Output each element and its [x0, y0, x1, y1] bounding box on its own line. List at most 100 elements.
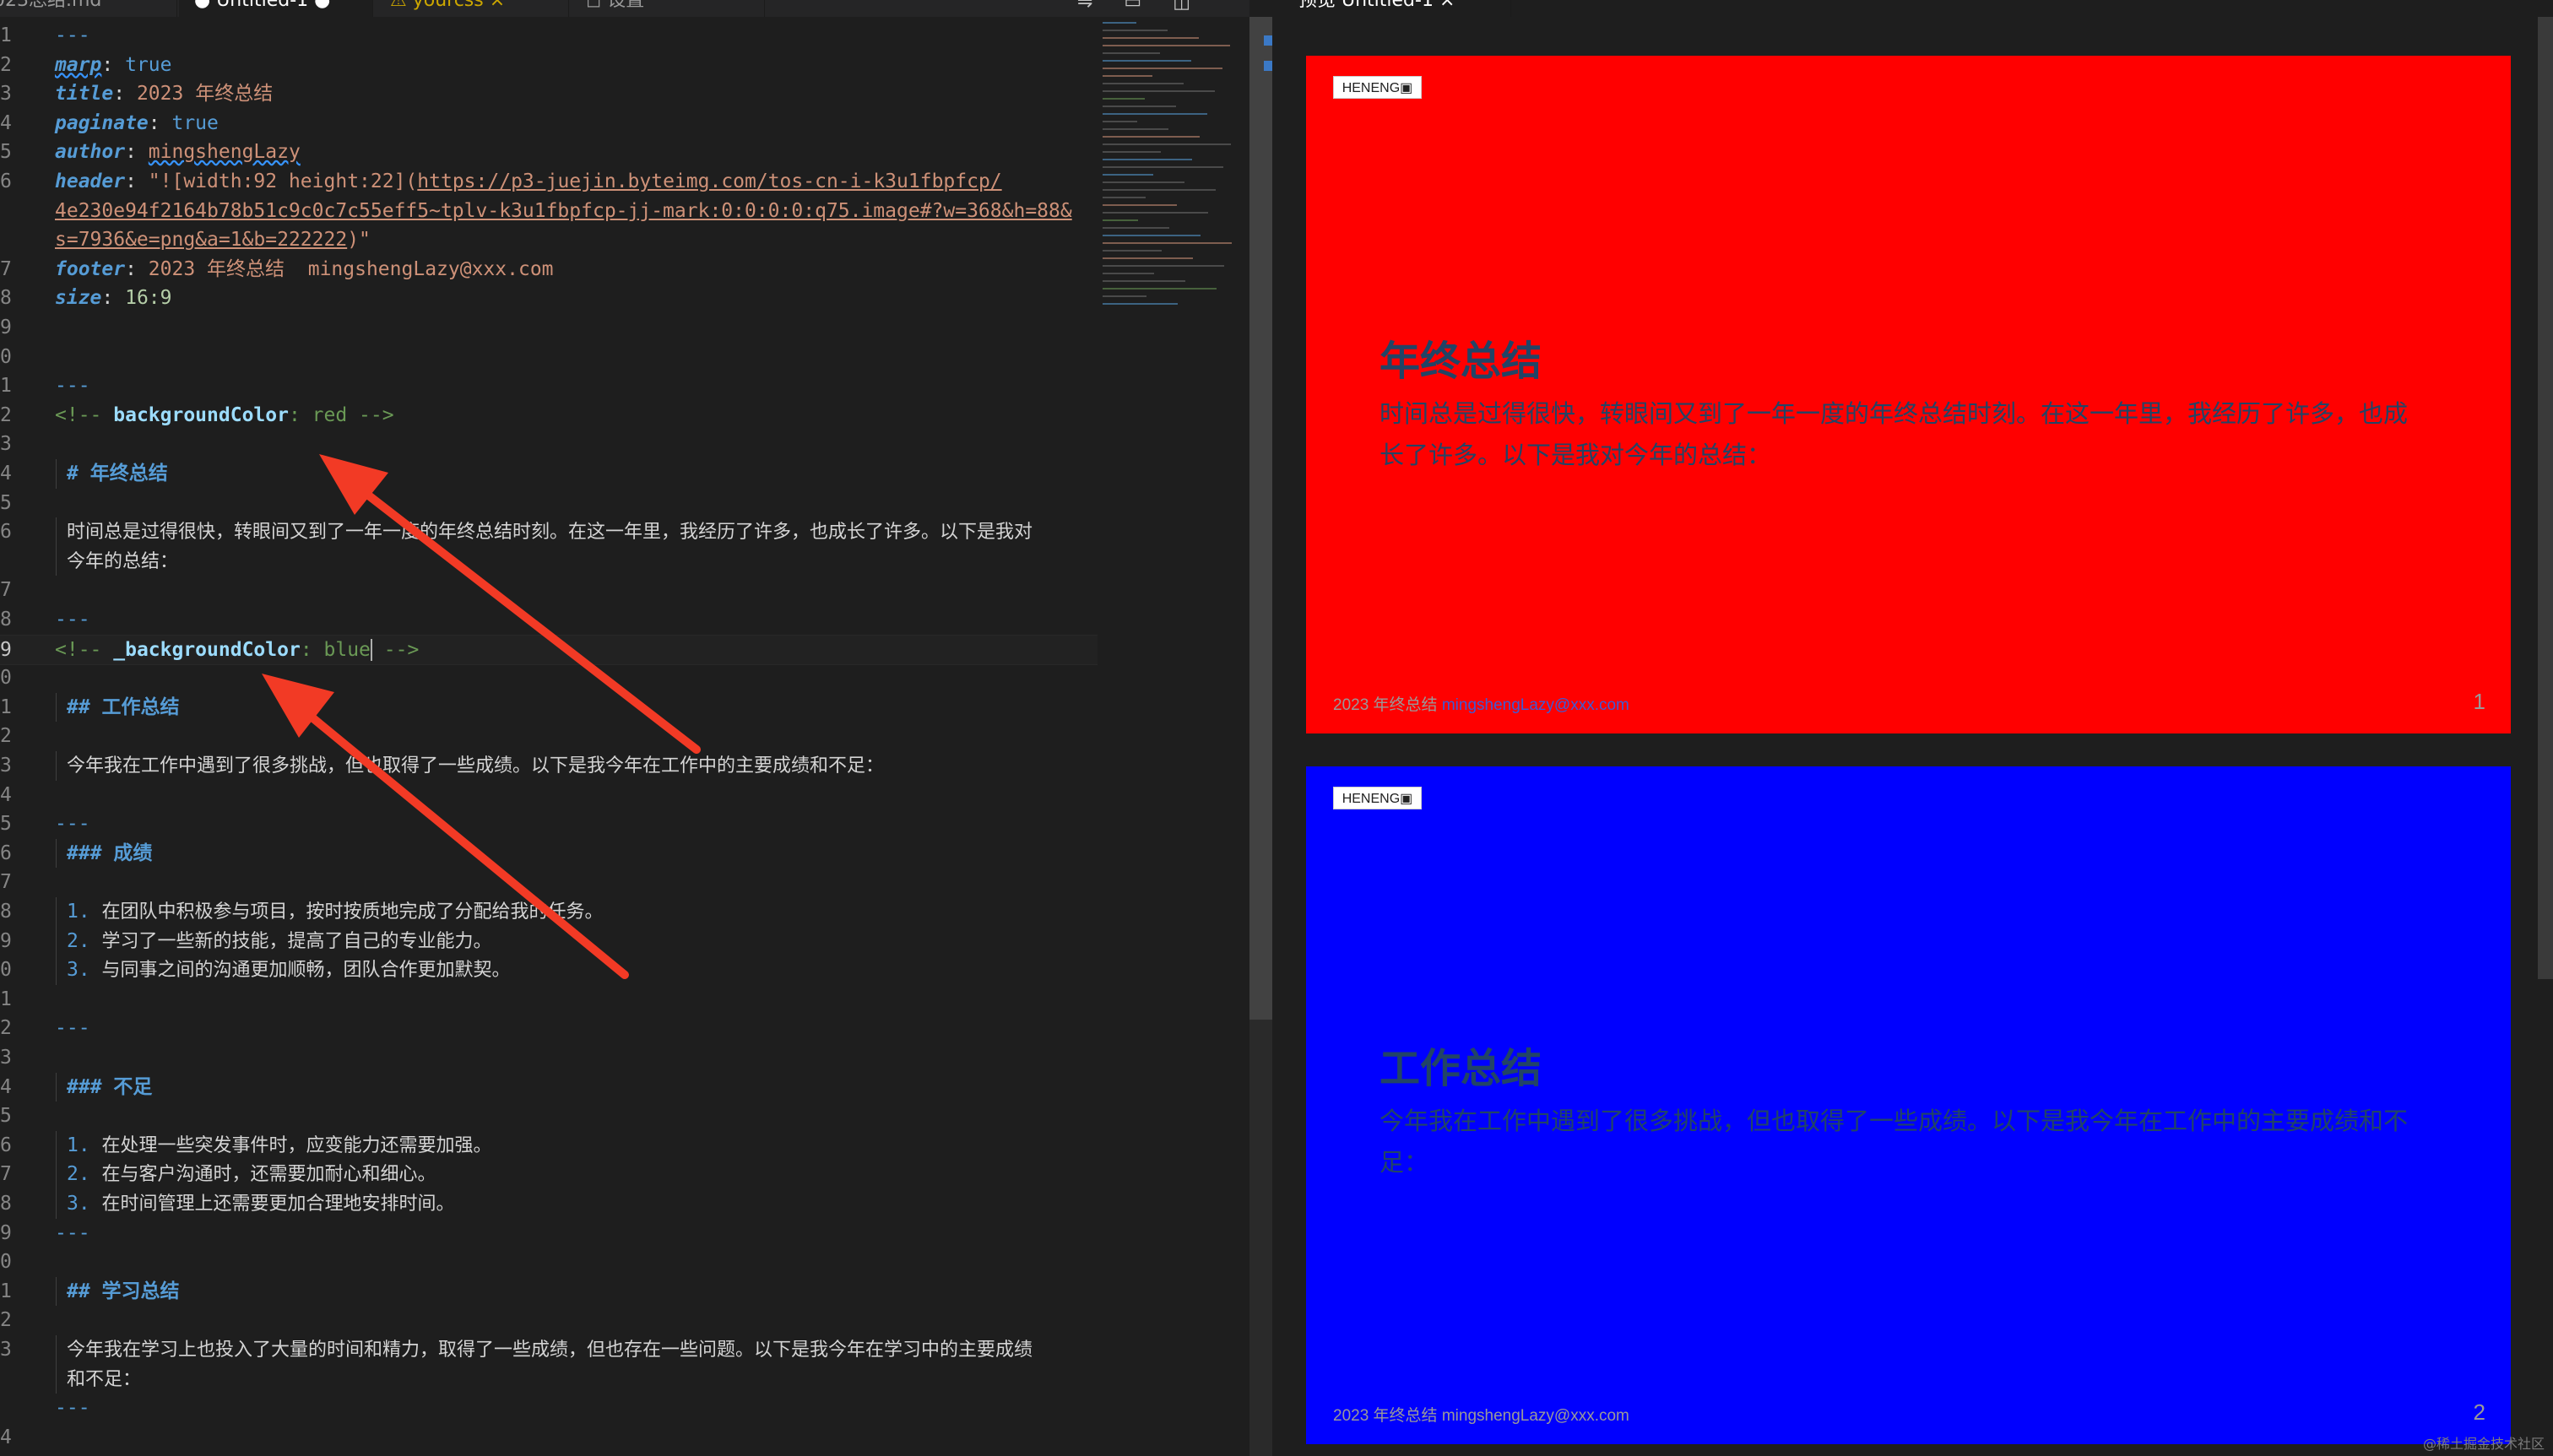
- line-number: 6: [0, 170, 12, 192]
- code-line[interactable]: 7: [0, 868, 1098, 897]
- line-content: ## 工作总结: [67, 693, 180, 723]
- indent-guide: [56, 459, 57, 489]
- code-line[interactable]: 6 header: "![width:92 height:22](https://…: [0, 167, 1098, 197]
- slide-footer: 2023 年终总结 mingshengLazy@xxx.com: [1333, 692, 1629, 715]
- tab-2023-summary[interactable]: 2023总结.md: [0, 0, 177, 17]
- code-line[interactable]: 4: [0, 781, 1098, 810]
- minimap-line: [1103, 45, 1230, 46]
- code-line[interactable]: 3: [0, 430, 1098, 459]
- code-line[interactable]: 3: [0, 1043, 1098, 1073]
- code-line[interactable]: s=7936&e=png&a=1&b=222222)": [0, 225, 1098, 255]
- code-line[interactable]: 0: [0, 1248, 1098, 1277]
- code-line[interactable]: 8 3. 在时间管理上还需要更加合理地安排时间。: [0, 1189, 1098, 1219]
- line-number: 1: [0, 988, 12, 1010]
- header-logo: HENENG▣: [1333, 76, 1422, 99]
- minimap[interactable]: [1098, 17, 1249, 329]
- minimap-line: [1103, 189, 1216, 191]
- tab-settings[interactable]: ◻ 设置: [571, 0, 765, 17]
- code-line[interactable]: 2 <!-- backgroundColor: red -->: [0, 401, 1098, 430]
- code-line[interactable]: 1: [0, 985, 1098, 1015]
- code-line[interactable]: 5 author: mingshengLazy: [0, 138, 1098, 167]
- code-line[interactable]: 1 ## 学习总结: [0, 1276, 1098, 1307]
- code-line[interactable]: 6 1. 在处理一些突发事件时，应变能力还需要加强。: [0, 1130, 1098, 1161]
- code-line[interactable]: 5 ---: [0, 809, 1098, 839]
- code-line[interactable]: 9 2. 学习了一些新的技能，提高了自己的专业能力。: [0, 926, 1098, 956]
- code-line[interactable]: 1 ---: [0, 21, 1098, 51]
- line-number: 8: [0, 609, 12, 631]
- code-line[interactable]: 9: [0, 313, 1098, 343]
- code-line[interactable]: 9 <!-- _backgroundColor: blue -->: [0, 634, 1098, 666]
- code-token: 今年的总结：: [67, 550, 179, 572]
- code-line[interactable]: 0: [0, 343, 1098, 372]
- code-line[interactable]: 4e230e94f2164b78b51c9c0c7c55eff5~tplv-k3…: [0, 197, 1098, 226]
- code-line[interactable]: 4 # 年终总结: [0, 459, 1098, 489]
- layout-icon[interactable]: ◫: [1173, 0, 1190, 13]
- editor-scrollbar[interactable]: [1249, 17, 1272, 1020]
- split-editor-icon[interactable]: ▭: [1124, 0, 1141, 13]
- minimap-line: [1103, 295, 1146, 297]
- code-line[interactable]: 和不足：: [0, 1364, 1098, 1394]
- code-token: ### 成绩: [67, 842, 153, 864]
- code-line[interactable]: 2: [0, 722, 1098, 751]
- code-line[interactable]: 3 title: 2023 年终总结: [0, 79, 1098, 109]
- code-token: 和不足：: [67, 1368, 142, 1390]
- line-number: 9: [0, 929, 12, 952]
- indent-guide: [56, 955, 57, 985]
- minimap-line: [1103, 22, 1136, 24]
- code-line[interactable]: 1 ---: [0, 371, 1098, 401]
- code-line[interactable]: 2 marp: true: [0, 51, 1098, 80]
- line-content: header: "![width:92 height:22](https://p…: [55, 167, 1002, 197]
- code-line[interactable]: 5: [0, 489, 1098, 518]
- code-line[interactable]: 2: [0, 1306, 1098, 1335]
- indent-guide: [56, 897, 57, 927]
- code-line[interactable]: 3 今年我在学习上也投入了大量的时间和精力，取得了一些成绩，但也存在一些问题。以下…: [0, 1335, 1098, 1365]
- code-line[interactable]: 8 1. 在团队中积极参与项目，按时按质地完成了分配给我的任务。: [0, 897, 1098, 927]
- code-line[interactable]: 2 ---: [0, 1014, 1098, 1043]
- slide-heading: 工作总结: [1379, 1045, 1542, 1092]
- tab-yourcss[interactable]: ⚠ yourcss ×: [375, 0, 569, 17]
- code-line[interactable]: 4 paginate: true: [0, 109, 1098, 138]
- code-token: :: [101, 53, 126, 76]
- code-line[interactable]: 4 ### 不足: [0, 1072, 1098, 1102]
- line-number: 7: [0, 1163, 12, 1186]
- line-number: 4: [0, 783, 12, 806]
- code-line[interactable]: 9 ---: [0, 1219, 1098, 1248]
- line-number: 5: [0, 1105, 12, 1128]
- code-editor[interactable]: 1 --- 2 marp: true 3 title: 2023 年终总结 4 paginat…: [0, 17, 1098, 1456]
- minimap-line: [1103, 143, 1231, 145]
- code-line[interactable]: 7: [0, 576, 1098, 605]
- line-number: 2: [0, 1309, 12, 1332]
- code-line[interactable]: 6 时间总是过得很快，转眼间又到了一年一度的年终总结时刻。在这一年里，我经历了许多…: [0, 517, 1098, 547]
- line-number: 9: [0, 1221, 12, 1244]
- line-number: 0: [0, 1251, 12, 1274]
- open-preview-icon[interactable]: ⇋: [1077, 0, 1092, 13]
- code-line[interactable]: 7 2. 在与客户沟通时，还需要加耐心和细心。: [0, 1160, 1098, 1189]
- code-token: ---: [55, 1017, 90, 1040]
- tab-untitled-1[interactable]: ● Untitled-1 ●: [179, 0, 373, 17]
- code-token: 2023 年终总结: [136, 83, 274, 106]
- code-token: 在时间管理上还需要更加合理地安排时间。: [101, 1193, 455, 1215]
- code-line[interactable]: 5: [0, 1101, 1098, 1131]
- line-number: 1: [0, 24, 12, 46]
- code-line[interactable]: 4: [0, 1423, 1098, 1453]
- code-line[interactable]: 8 ---: [0, 605, 1098, 635]
- code-line[interactable]: 6 ### 成绩: [0, 838, 1098, 869]
- page-number: 1: [2473, 689, 2485, 714]
- code-line[interactable]: 7 footer: 2023 年终总结 mingshengLazy@xxx.com: [0, 255, 1098, 284]
- code-line[interactable]: 3 今年我在工作中遇到了很多挑战，但也取得了一些成绩。以下是我今年在工作中的主要成…: [0, 751, 1098, 781]
- code-line[interactable]: 1 ## 工作总结: [0, 692, 1098, 723]
- code-token: -->: [371, 638, 420, 661]
- code-line[interactable]: 8 size: 16:9: [0, 284, 1098, 313]
- code-token: ## 学习总结: [67, 1280, 180, 1302]
- tab-preview-untitled-1[interactable]: 预览 Untitled-1 ×: [1283, 0, 1511, 17]
- line-content: <!-- _backgroundColor: blue -->: [55, 636, 419, 665]
- minimap-line: [1103, 83, 1184, 84]
- code-line[interactable]: 0: [0, 663, 1098, 693]
- minimap-line: [1103, 113, 1207, 115]
- code-line[interactable]: ---: [0, 1394, 1098, 1423]
- preview-scrollbar[interactable]: [2538, 17, 2553, 979]
- slide-paragraph: 时间总是过得很快，转眼间又到了一年一度的年终总结时刻。在这一年里，我经历了许多，…: [1379, 399, 2409, 469]
- header-logo: HENENG▣: [1333, 787, 1422, 809]
- code-line[interactable]: 0 3. 与同事之间的沟通更加顺畅，团队合作更加默契。: [0, 955, 1098, 985]
- code-line[interactable]: 今年的总结：: [0, 546, 1098, 576]
